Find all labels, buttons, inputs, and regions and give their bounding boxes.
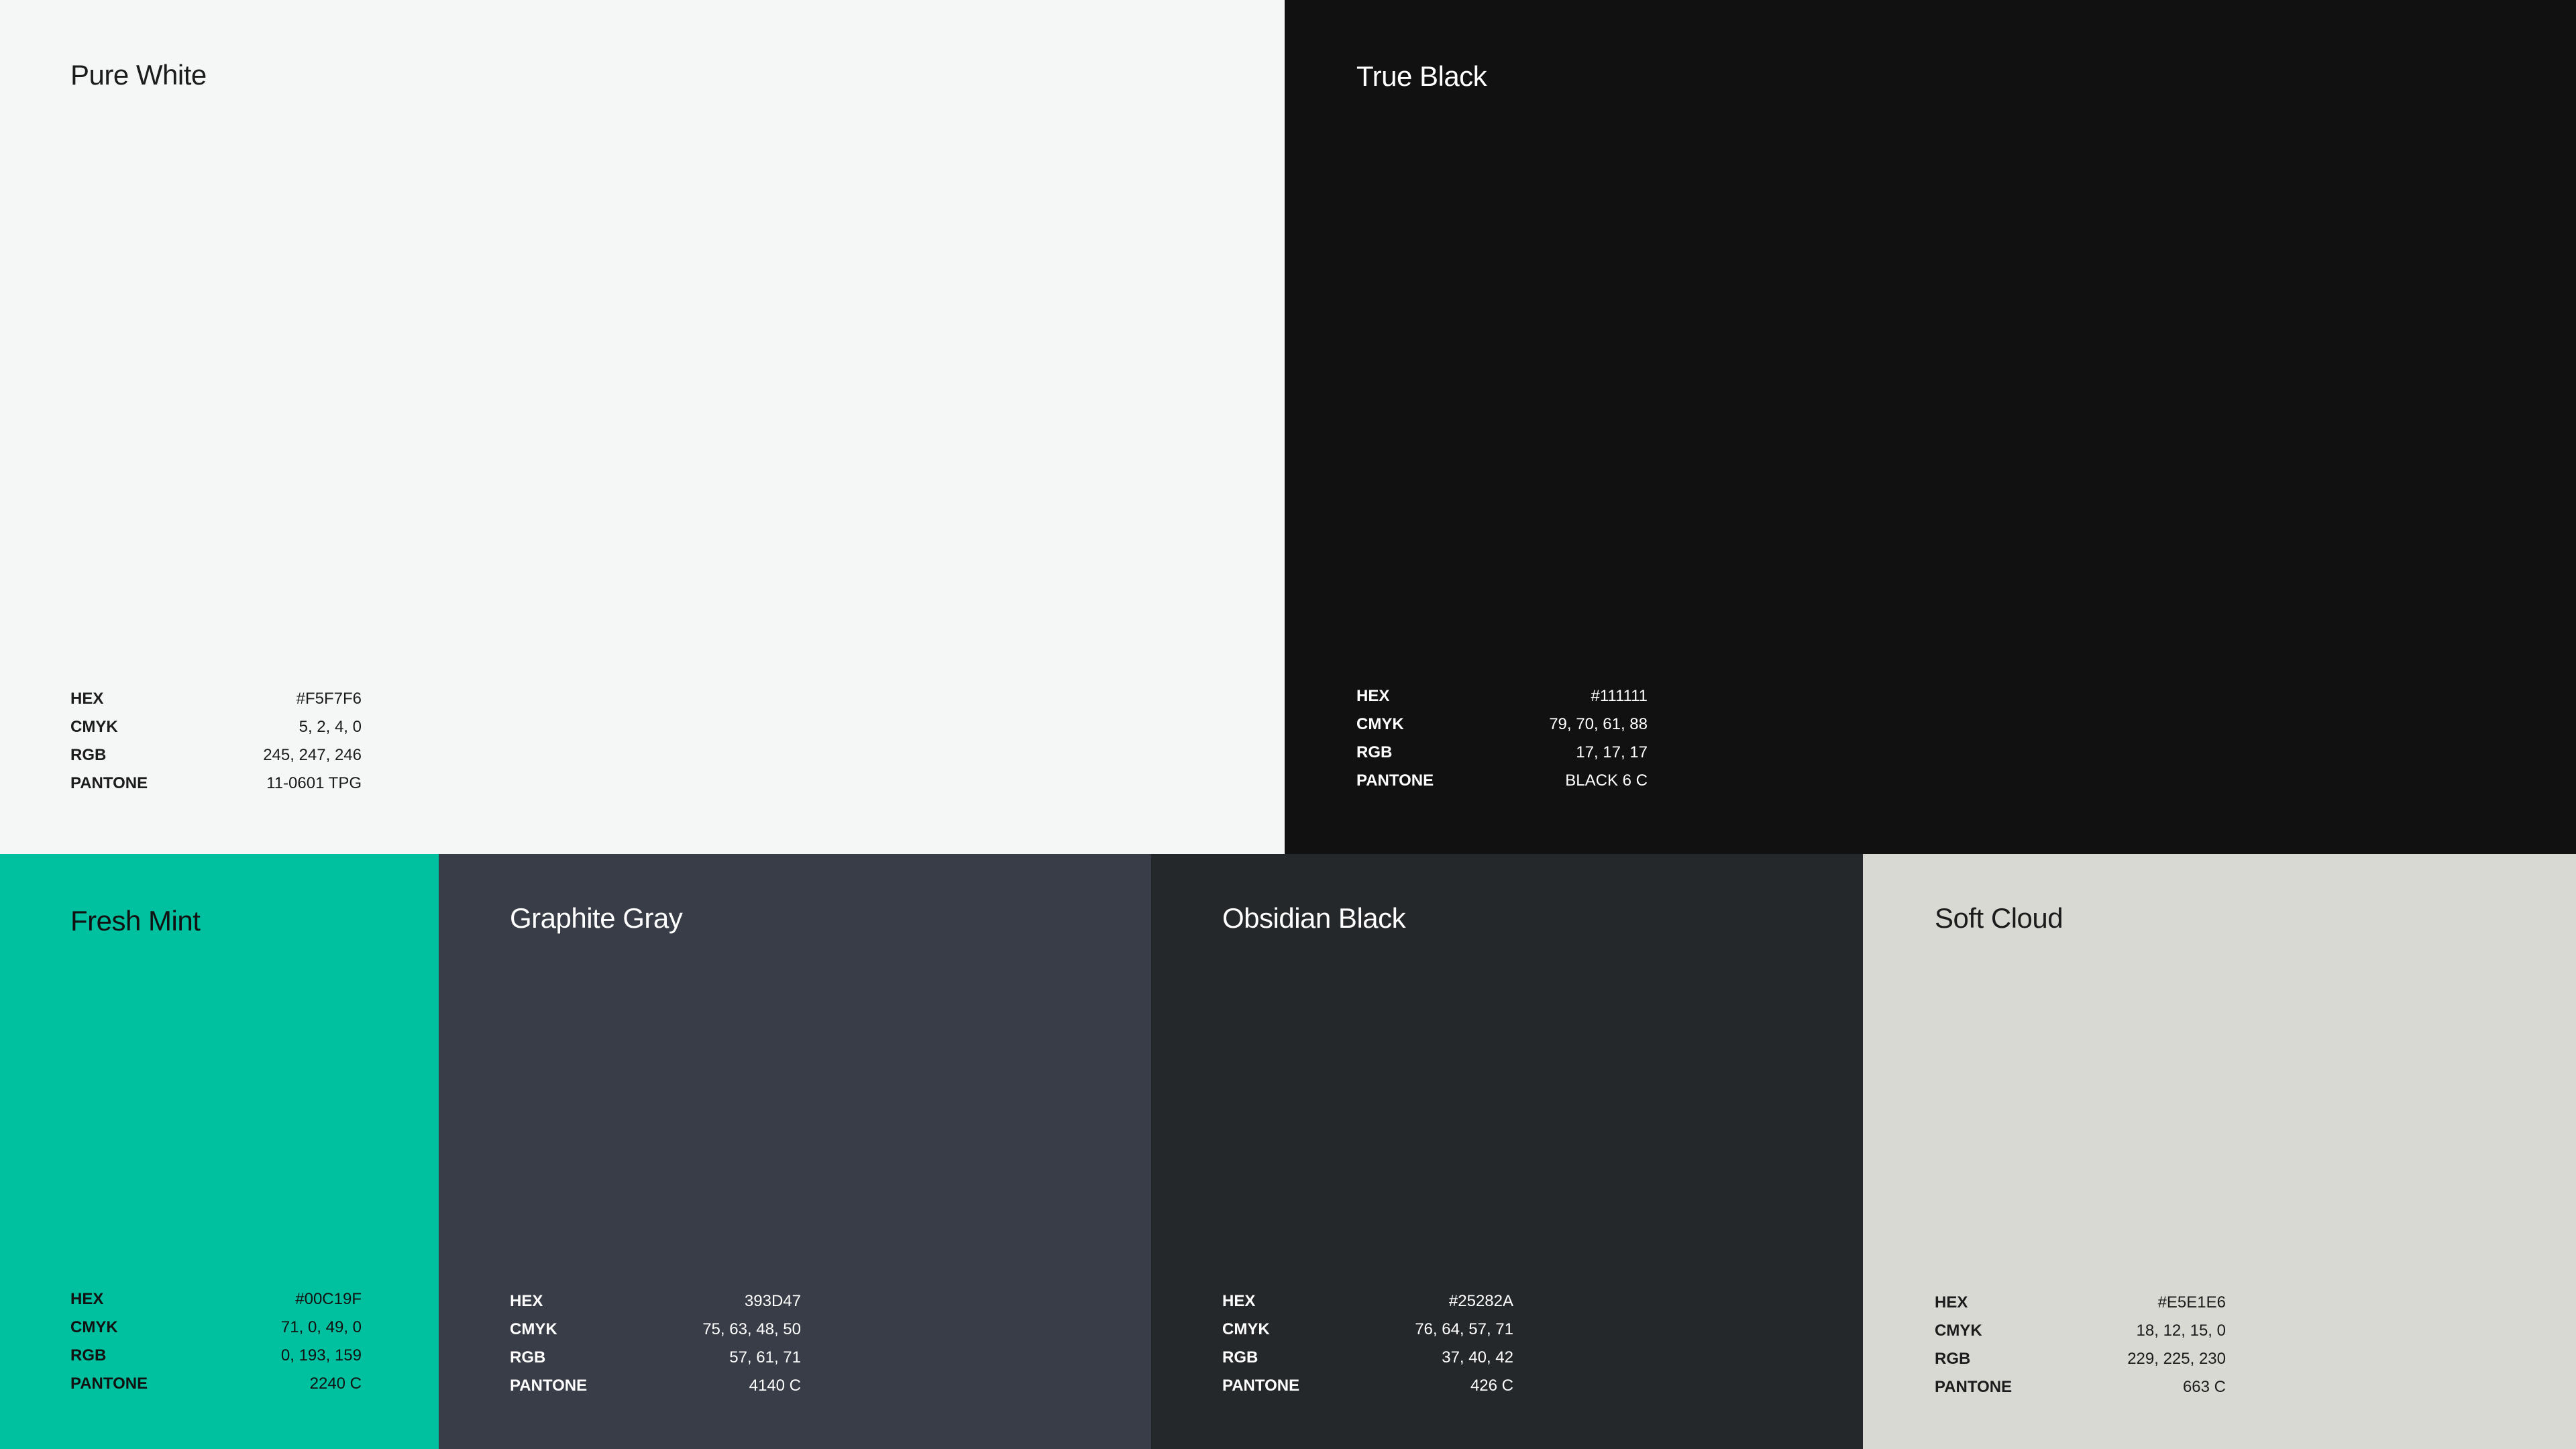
swatch-title: Fresh Mint: [70, 905, 201, 936]
spec-row-hex: HEX #00C19F: [70, 1285, 362, 1313]
swatch-true-black: True Black HEX #111111 CMYK 79, 70, 61, …: [1285, 0, 2576, 854]
spec-label-cmyk: CMYK: [1356, 715, 1404, 733]
spec-label-hex: HEX: [70, 690, 104, 708]
spec-row-pantone: PANTONE BLACK 6 C: [1356, 767, 1648, 795]
spec-label-pantone: PANTONE: [70, 1375, 148, 1393]
spec-value-hex: #00C19F: [295, 1290, 362, 1308]
swatch-fresh-mint: Fresh Mint HEX #00C19F CMYK 71, 0, 49, 0…: [0, 854, 439, 1449]
spec-label-cmyk: CMYK: [1935, 1322, 1982, 1340]
spec-row-cmyk: CMYK 79, 70, 61, 88: [1356, 710, 1648, 739]
spec-value-hex: #F5F7F6: [296, 690, 362, 708]
spec-label-rgb: RGB: [1935, 1350, 1971, 1368]
spec-label-hex: HEX: [1356, 687, 1390, 705]
spec-label-cmyk: CMYK: [70, 1318, 118, 1336]
swatch-specs: HEX #F5F7F6 CMYK 5, 2, 4, 0 RGB 245, 247…: [70, 685, 362, 798]
spec-value-pantone: 11-0601 TPG: [266, 774, 362, 792]
swatch-specs: HEX #00C19F CMYK 71, 0, 49, 0 RGB 0, 193…: [70, 1285, 362, 1398]
swatch-specs: HEX #E5E1E6 CMYK 18, 12, 15, 0 RGB 229, …: [1935, 1289, 2226, 1401]
spec-value-pantone: BLACK 6 C: [1565, 771, 1648, 790]
spec-label-pantone: PANTONE: [510, 1377, 588, 1395]
spec-label-hex: HEX: [1222, 1292, 1256, 1310]
spec-row-rgb: RGB 17, 17, 17: [1356, 739, 1648, 767]
spec-value-hex: 393D47: [744, 1292, 801, 1310]
spec-value-rgb: 245, 247, 246: [263, 746, 362, 764]
spec-row-rgb: RGB 37, 40, 42: [1222, 1344, 1513, 1372]
spec-value-pantone: 426 C: [1470, 1377, 1513, 1395]
swatch-title: Obsidian Black: [1222, 902, 1406, 934]
spec-row-cmyk: CMYK 71, 0, 49, 0: [70, 1313, 362, 1342]
swatch-graphite-gray: Graphite Gray HEX 393D47 CMYK 75, 63, 48…: [439, 854, 1151, 1449]
spec-label-pantone: PANTONE: [1935, 1378, 2012, 1396]
swatch-specs: HEX #25282A CMYK 76, 64, 57, 71 RGB 37, …: [1222, 1287, 1513, 1400]
color-palette-page: Pure White HEX #F5F7F6 CMYK 5, 2, 4, 0 R…: [0, 0, 2576, 1449]
spec-value-pantone: 2240 C: [309, 1375, 362, 1393]
spec-value-cmyk: 71, 0, 49, 0: [280, 1318, 362, 1336]
swatch-specs: HEX #111111 CMYK 79, 70, 61, 88 RGB 17, …: [1356, 682, 1648, 795]
spec-label-hex: HEX: [70, 1290, 104, 1308]
spec-label-rgb: RGB: [1356, 743, 1393, 761]
spec-label-cmyk: CMYK: [1222, 1320, 1270, 1338]
spec-row-pantone: PANTONE 11-0601 TPG: [70, 769, 362, 798]
spec-row-cmyk: CMYK 18, 12, 15, 0: [1935, 1317, 2226, 1345]
spec-row-rgb: RGB 57, 61, 71: [510, 1344, 801, 1372]
spec-row-hex: HEX #E5E1E6: [1935, 1289, 2226, 1317]
spec-label-pantone: PANTONE: [1222, 1377, 1300, 1395]
spec-value-hex: #E5E1E6: [2157, 1293, 2226, 1311]
spec-row-hex: HEX #F5F7F6: [70, 685, 362, 713]
swatch-pure-white: Pure White HEX #F5F7F6 CMYK 5, 2, 4, 0 R…: [0, 0, 1285, 854]
spec-value-pantone: 663 C: [2182, 1378, 2226, 1396]
spec-label-rgb: RGB: [70, 746, 107, 764]
spec-row-cmyk: CMYK 5, 2, 4, 0: [70, 713, 362, 741]
spec-label-hex: HEX: [510, 1292, 543, 1310]
swatch-title: Pure White: [70, 59, 207, 91]
spec-value-rgb: 57, 61, 71: [729, 1348, 801, 1366]
spec-value-cmyk: 76, 64, 57, 71: [1415, 1320, 1513, 1338]
spec-row-pantone: PANTONE 663 C: [1935, 1373, 2226, 1401]
spec-row-pantone: PANTONE 4140 C: [510, 1372, 801, 1400]
spec-row-rgb: RGB 0, 193, 159: [70, 1342, 362, 1370]
spec-row-cmyk: CMYK 76, 64, 57, 71: [1222, 1316, 1513, 1344]
spec-value-cmyk: 18, 12, 15, 0: [2136, 1322, 2226, 1340]
spec-value-pantone: 4140 C: [749, 1377, 801, 1395]
spec-row-pantone: PANTONE 2240 C: [70, 1370, 362, 1398]
spec-label-rgb: RGB: [1222, 1348, 1258, 1366]
spec-value-hex: #25282A: [1448, 1292, 1513, 1310]
spec-row-hex: HEX #25282A: [1222, 1287, 1513, 1316]
spec-label-cmyk: CMYK: [70, 718, 118, 736]
spec-label-rgb: RGB: [70, 1346, 107, 1364]
spec-value-rgb: 0, 193, 159: [280, 1346, 362, 1364]
swatch-specs: HEX 393D47 CMYK 75, 63, 48, 50 RGB 57, 6…: [510, 1287, 801, 1400]
swatch-title: Soft Cloud: [1935, 902, 2063, 934]
swatch-obsidian-black: Obsidian Black HEX #25282A CMYK 76, 64, …: [1151, 854, 1863, 1449]
spec-row-hex: HEX #111111: [1356, 682, 1648, 710]
spec-label-pantone: PANTONE: [70, 774, 148, 792]
swatch-soft-cloud: Soft Cloud HEX #E5E1E6 CMYK 18, 12, 15, …: [1863, 854, 2576, 1449]
spec-value-cmyk: 75, 63, 48, 50: [702, 1320, 801, 1338]
spec-row-cmyk: CMYK 75, 63, 48, 50: [510, 1316, 801, 1344]
spec-row-hex: HEX 393D47: [510, 1287, 801, 1316]
spec-value-hex: #111111: [1591, 687, 1648, 705]
spec-label-hex: HEX: [1935, 1293, 1968, 1311]
spec-value-rgb: 17, 17, 17: [1576, 743, 1648, 761]
spec-value-cmyk: 5, 2, 4, 0: [299, 718, 362, 736]
spec-row-pantone: PANTONE 426 C: [1222, 1372, 1513, 1400]
swatch-title: True Black: [1356, 60, 1487, 92]
spec-value-rgb: 37, 40, 42: [1442, 1348, 1513, 1366]
spec-value-rgb: 229, 225, 230: [2127, 1350, 2226, 1368]
spec-row-rgb: RGB 245, 247, 246: [70, 741, 362, 769]
swatch-title: Graphite Gray: [510, 902, 683, 934]
spec-value-cmyk: 79, 70, 61, 88: [1549, 715, 1648, 733]
spec-label-rgb: RGB: [510, 1348, 546, 1366]
spec-label-cmyk: CMYK: [510, 1320, 557, 1338]
spec-row-rgb: RGB 229, 225, 230: [1935, 1345, 2226, 1373]
spec-label-pantone: PANTONE: [1356, 771, 1434, 790]
